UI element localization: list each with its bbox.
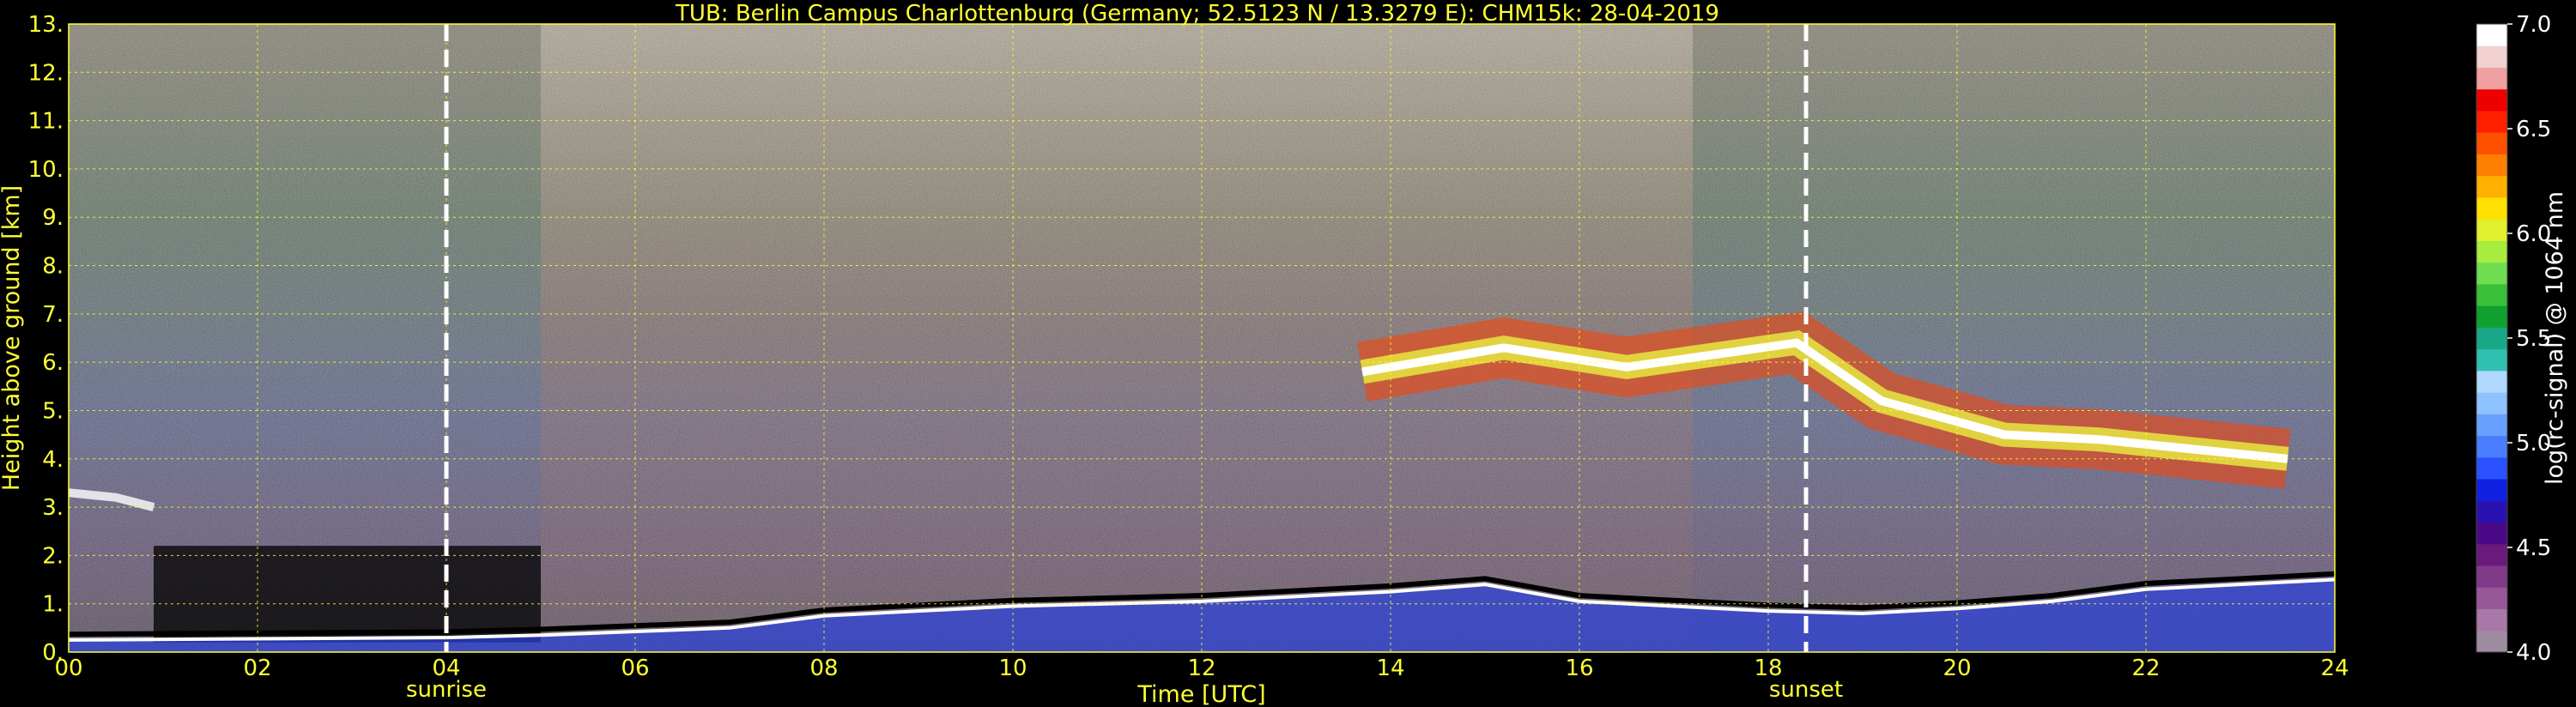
colorbar-segment <box>2476 196 2507 220</box>
sun-event-label: sunset <box>1769 677 1843 703</box>
colorbar-segment <box>2476 175 2507 198</box>
lidar-chart: TUB: Berlin Campus Charlottenburg (Germa… <box>0 1 2568 707</box>
y-tick-label: 5. <box>42 398 64 424</box>
colorbar-segment <box>2476 522 2507 545</box>
x-tick-label: 24 <box>2320 656 2349 681</box>
colorbar-segment <box>2476 435 2507 458</box>
night-low-signal-region <box>154 546 541 643</box>
y-tick-label: 2. <box>42 543 64 569</box>
x-tick-label: 08 <box>809 656 838 681</box>
x-axis-label: Time [UTC] <box>1136 681 1265 707</box>
y-tick-label: 8. <box>42 254 64 280</box>
colorbar-segment <box>2476 88 2507 112</box>
x-tick-label: 22 <box>2131 656 2160 681</box>
x-tick-label: 02 <box>243 656 271 681</box>
colorbar-segment <box>2476 565 2507 588</box>
colorbar-segment <box>2476 262 2507 285</box>
colorbar-segment <box>2476 45 2507 68</box>
x-tick-label: 06 <box>621 656 649 681</box>
colorbar-segment <box>2476 370 2507 393</box>
colorbar-tick-label: 6.5 <box>2516 117 2551 142</box>
colorbar-segment <box>2476 283 2507 306</box>
x-tick-label: 12 <box>1187 656 1215 681</box>
colorbar-segment <box>2476 543 2507 566</box>
colorbar-segment <box>2476 608 2507 631</box>
x-axis-ticks: 00 02 04 06 08 10 12 14 16 18 20 22 24 <box>54 656 2349 681</box>
colorbar-segment <box>2476 392 2507 414</box>
x-tick-label: 10 <box>998 656 1027 681</box>
x-tick-label: 14 <box>1376 656 1404 681</box>
colorbar-segment <box>2476 132 2507 154</box>
y-tick-label: 1. <box>42 592 64 618</box>
colorbar-segment <box>2476 348 2507 372</box>
colorbar-tick-label: 4.5 <box>2516 535 2551 561</box>
colorbar-segment <box>2476 24 2507 46</box>
y-tick-label: 11. <box>28 109 64 135</box>
y-tick-label: 7. <box>42 302 64 328</box>
colorbar-segment <box>2476 456 2507 480</box>
colorbar-segment <box>2476 240 2507 263</box>
colorbar-segment <box>2476 630 2507 653</box>
y-tick-label: 12. <box>28 60 64 86</box>
y-tick-label: 10. <box>28 157 64 183</box>
x-tick-label: 00 <box>54 656 82 681</box>
chart-title: TUB: Berlin Campus Charlottenburg (Germa… <box>675 1 1719 27</box>
colorbar-segment <box>2476 154 2507 177</box>
colorbar-segment <box>2476 67 2507 90</box>
y-tick-label: 9. <box>42 205 64 231</box>
y-tick-label: 13. <box>28 12 64 38</box>
colorbar-segment <box>2476 219 2507 241</box>
y-tick-label: 4. <box>42 447 64 473</box>
y-tick-label: 6. <box>42 350 64 376</box>
colorbar-tick-label: 4.0 <box>2516 640 2551 666</box>
y-axis-label: Height above ground [km] <box>0 185 25 491</box>
plot-area <box>69 24 2335 652</box>
colorbar-tick-label: 7.0 <box>2516 12 2551 38</box>
colorbar-segment <box>2476 500 2507 523</box>
colorbar-label: log(rc-signal) @ 1064 nm <box>2542 191 2568 485</box>
x-tick-label: 20 <box>1943 656 1971 681</box>
y-axis-ticks: 0.1.2.3.4.5.6.7.8.9.10.11.12.13. <box>28 12 64 666</box>
y-tick-label: 3. <box>42 495 64 521</box>
colorbar-segment <box>2476 110 2507 133</box>
sun-event-label: sunrise <box>406 677 487 703</box>
colorbar-segment <box>2476 587 2507 610</box>
colorbar-segment <box>2476 414 2507 437</box>
colorbar-segment <box>2476 327 2507 350</box>
x-tick-label: 16 <box>1565 656 1593 681</box>
colorbar-segment <box>2476 305 2507 328</box>
colorbar <box>2476 23 2508 653</box>
colorbar-segment <box>2476 479 2507 501</box>
